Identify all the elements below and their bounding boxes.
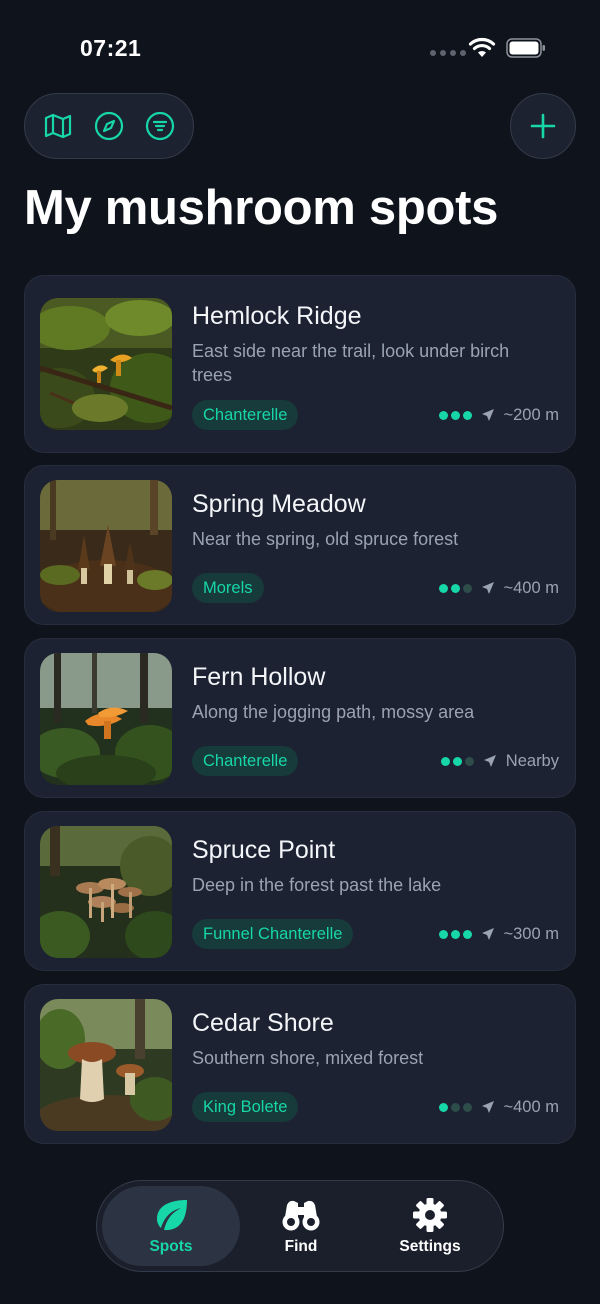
wifi-icon [468, 37, 496, 57]
spot-tag[interactable]: Chanterelle [192, 746, 299, 776]
spot-description: Near the spring, old spruce forest [192, 529, 459, 549]
filter-button[interactable] [138, 104, 182, 148]
add-spot-button[interactable] [510, 93, 576, 159]
spot-photo [40, 653, 172, 785]
spot-description: East side near the trail, look under bir… [192, 341, 510, 385]
spot-tag[interactable]: Morels [192, 573, 264, 603]
spot-meta: ~400 m [438, 573, 560, 603]
spot-photo [40, 480, 172, 612]
rating-dots [438, 1102, 472, 1112]
spot-card[interactable]: Hemlock Ridge East side near the trail, … [24, 275, 576, 453]
gear-icon [413, 1197, 447, 1232]
rating-dots [438, 410, 472, 420]
location-arrow-icon [481, 409, 494, 421]
binoculars-icon [282, 1200, 320, 1230]
map-icon [45, 113, 72, 139]
spot-name: Spring Meadow [192, 490, 366, 518]
compass-icon [94, 111, 124, 141]
compass-button[interactable] [87, 104, 131, 148]
spot-meta: ~200 m [438, 400, 560, 430]
spot-distance: Nearby [505, 751, 559, 770]
tab-bar: Spots Find Settings [96, 1180, 504, 1272]
spot-photo [40, 826, 172, 958]
rating-dots [440, 756, 474, 766]
location-arrow-icon [481, 1101, 494, 1113]
spot-meta: Nearby [440, 746, 559, 776]
filter-icon [145, 111, 174, 141]
spot-distance: ~200 m [503, 405, 560, 424]
tab-settings[interactable]: Settings [361, 1186, 499, 1266]
plus-icon [530, 113, 556, 139]
tab-label: Spots [149, 1237, 193, 1255]
spot-meta: ~400 m [438, 1092, 560, 1122]
cellular-signal-icon [430, 50, 466, 56]
tab-label: Settings [399, 1237, 461, 1255]
view-toolbar [24, 93, 194, 159]
spot-description: Deep in the forest past the lake [192, 875, 442, 895]
spot-card[interactable]: Spring Meadow Near the spring, old spruc… [24, 465, 576, 625]
spot-tag[interactable]: Funnel Chanterelle [192, 919, 354, 949]
tab-find[interactable]: Find [232, 1186, 370, 1266]
spot-name: Hemlock Ridge [192, 302, 362, 330]
status-time: 07:21 [80, 35, 142, 61]
spot-name: Spruce Point [192, 836, 336, 864]
spot-meta: ~300 m [438, 919, 560, 949]
spot-photo [40, 999, 172, 1131]
map-button[interactable] [36, 104, 80, 148]
spot-description: Southern shore, mixed forest [192, 1048, 424, 1068]
tab-label: Find [284, 1237, 318, 1255]
spot-card[interactable]: Fern Hollow Along the jogging path, moss… [24, 638, 576, 798]
spot-distance: ~300 m [503, 924, 560, 943]
spot-card[interactable]: Cedar Shore Southern shore, mixed forest… [24, 984, 576, 1144]
location-arrow-icon [481, 582, 494, 594]
battery-icon [506, 38, 545, 58]
rating-dots [438, 929, 472, 939]
spot-tag[interactable]: King Bolete [192, 1092, 299, 1122]
spot-distance: ~400 m [503, 578, 560, 597]
rating-dots [438, 583, 472, 593]
spot-description: Along the jogging path, mossy area [192, 702, 475, 722]
location-arrow-icon [483, 755, 496, 767]
spot-card[interactable]: Spruce Point Deep in the forest past the… [24, 811, 576, 971]
spot-distance: ~400 m [503, 1097, 560, 1116]
leaf-icon [157, 1199, 187, 1230]
spot-name: Cedar Shore [192, 1009, 334, 1037]
page-title: My mushroom spots [24, 181, 499, 235]
spot-name: Fern Hollow [192, 663, 326, 691]
spot-tag[interactable]: Chanterelle [192, 400, 299, 430]
location-arrow-icon [481, 928, 494, 940]
spot-photo [40, 298, 172, 430]
status-bar: 07:21 [0, 0, 600, 96]
tab-spots[interactable]: Spots [102, 1186, 240, 1266]
